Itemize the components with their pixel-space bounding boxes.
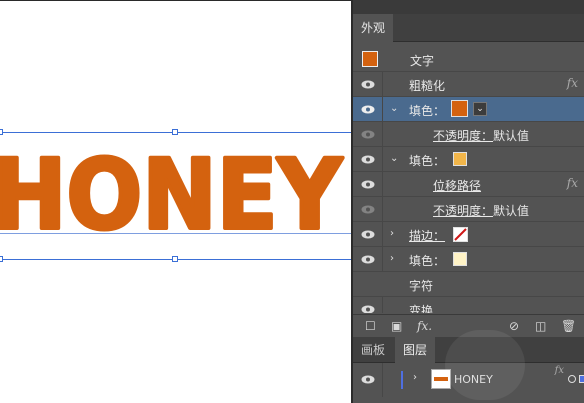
eye-icon[interactable] [361,205,375,214]
target-circle-icon[interactable] [568,375,576,383]
fill-swatch[interactable] [451,100,468,117]
fill-swatch[interactable] [453,152,467,166]
opacity-value: 默认值 [493,204,530,218]
fx-icon: fx [554,365,564,376]
appearance-header-row[interactable]: 文字 [353,47,584,72]
tab-appearance[interactable]: 外观 [353,14,394,42]
appearance-row-fill-1[interactable]: ⌄ 填色： ⌄ [353,97,584,122]
fx-icon[interactable]: fx [567,76,578,90]
chevron-down-icon[interactable]: ⌄ [390,103,400,115]
eye-icon[interactable] [361,180,375,189]
characters-label[interactable]: 字符 [409,277,433,294]
chevron-down-icon[interactable]: ⌄ [390,153,400,165]
appearance-row-offset-path[interactable]: 位移路径 fx [353,172,584,197]
eye-icon[interactable] [361,155,375,164]
effect-roughen-label[interactable]: 粗糙化 [409,77,445,94]
watermark-overlay [445,330,525,400]
eye-icon[interactable] [361,255,375,264]
text-object-icon [362,51,378,67]
object-type-label: 文字 [410,54,435,68]
appearance-row-fill-3[interactable]: › 填色： [353,247,584,272]
artboard-canvas[interactable]: HONEY [0,0,351,403]
appearance-row-opacity-2[interactable]: 不透明度： 默认值 [353,197,584,222]
fx-icon[interactable]: fx [567,176,578,190]
resize-handle-bottom[interactable] [172,256,178,262]
fill-label: 填色： [409,154,446,168]
fill-label: 填色： [409,104,446,118]
opacity-label[interactable]: 不透明度： [433,127,493,144]
eye-icon[interactable] [361,230,375,239]
appearance-row-roughen[interactable]: 粗糙化 fx [353,72,584,97]
layer-color-indicator [401,371,403,389]
fill-swatch[interactable] [453,252,467,266]
selection-indicator[interactable] [579,375,584,383]
effect-offset-path-label[interactable]: 位移路径 [433,177,481,194]
eye-icon[interactable] [361,105,375,114]
resize-handle-top[interactable] [172,129,178,135]
appearance-row-characters[interactable]: 字符 [353,272,584,297]
eye-icon[interactable] [361,80,375,89]
appearance-row-stroke[interactable]: › 描边： [353,222,584,247]
tab-artboards[interactable]: 画板 [353,337,393,363]
resize-handle-top-left[interactable] [0,129,3,135]
add-stroke-icon[interactable]: ☐ [365,319,376,333]
stroke-label[interactable]: 描边： [409,227,445,244]
panel-tab-bar: 外观 [353,14,584,42]
add-fill-icon[interactable]: ▣ [391,319,402,333]
panel-titlebar[interactable] [353,0,584,14]
chevron-right-icon[interactable]: › [390,253,400,265]
duplicate-item-icon[interactable]: ◫ [535,319,546,333]
appearance-row-fill-2[interactable]: ⌄ 填色： [353,147,584,172]
honey-artwork: HONEY [0,140,345,240]
stroke-none-swatch[interactable] [453,227,468,242]
canvas-edge [0,0,351,1]
eye-icon[interactable] [361,305,375,313]
chevron-right-icon[interactable]: › [390,228,400,240]
thumbnail-art [434,377,448,381]
chevron-down-icon[interactable]: ⌄ [473,102,487,116]
eye-icon[interactable] [361,375,375,384]
clear-appearance-icon[interactable]: ⊘ [509,319,519,333]
tab-layers[interactable]: 图层 [395,337,436,363]
add-effect-icon[interactable]: fx. [417,319,432,333]
resize-handle-bottom-left[interactable] [0,256,3,262]
eye-icon[interactable] [361,130,375,139]
fill-label: 填色： [409,254,446,268]
appearance-row-opacity-1[interactable]: 不透明度： 默认值 [353,122,584,147]
appearance-row-transform[interactable]: 变换 [353,297,584,313]
opacity-label[interactable]: 不透明度： [433,202,493,219]
delete-item-icon[interactable]: 🗑 [561,319,576,333]
chevron-right-icon[interactable]: › [413,372,423,384]
transform-label[interactable]: 变换 [409,302,433,313]
honey-text: HONEY [0,140,343,240]
opacity-value: 默认值 [493,129,530,143]
